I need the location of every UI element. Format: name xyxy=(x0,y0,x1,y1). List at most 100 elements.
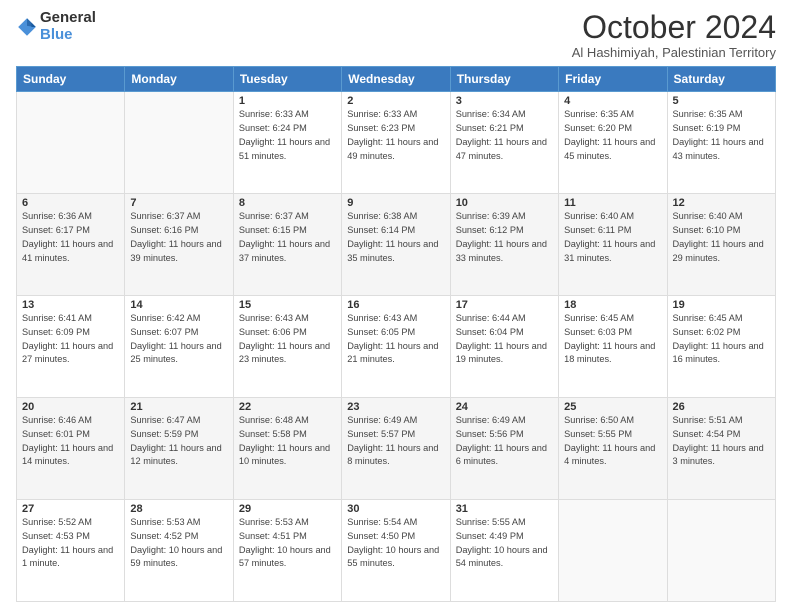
weekday-header-row: Sunday Monday Tuesday Wednesday Thursday… xyxy=(17,67,776,92)
calendar-cell: 25Sunrise: 6:50 AMSunset: 5:55 PMDayligh… xyxy=(559,398,667,500)
calendar-cell: 16Sunrise: 6:43 AMSunset: 6:05 PMDayligh… xyxy=(342,296,450,398)
calendar-cell: 20Sunrise: 6:46 AMSunset: 6:01 PMDayligh… xyxy=(17,398,125,500)
day-number: 6 xyxy=(22,197,119,209)
day-number: 4 xyxy=(564,95,661,107)
day-info: Sunrise: 6:43 AMSunset: 6:06 PMDaylight:… xyxy=(239,312,336,367)
calendar-cell: 18Sunrise: 6:45 AMSunset: 6:03 PMDayligh… xyxy=(559,296,667,398)
day-number: 22 xyxy=(239,401,336,413)
day-info: Sunrise: 6:35 AMSunset: 6:19 PMDaylight:… xyxy=(673,108,770,163)
day-info: Sunrise: 6:37 AMSunset: 6:16 PMDaylight:… xyxy=(130,210,227,265)
day-number: 5 xyxy=(673,95,770,107)
header-tuesday: Tuesday xyxy=(233,67,341,92)
day-number: 16 xyxy=(347,299,444,311)
day-number: 20 xyxy=(22,401,119,413)
calendar-cell: 3Sunrise: 6:34 AMSunset: 6:21 PMDaylight… xyxy=(450,92,558,194)
calendar-week-row: 13Sunrise: 6:41 AMSunset: 6:09 PMDayligh… xyxy=(17,296,776,398)
calendar-cell: 17Sunrise: 6:44 AMSunset: 6:04 PMDayligh… xyxy=(450,296,558,398)
day-number: 10 xyxy=(456,197,553,209)
calendar-cell: 11Sunrise: 6:40 AMSunset: 6:11 PMDayligh… xyxy=(559,194,667,296)
calendar-cell: 23Sunrise: 6:49 AMSunset: 5:57 PMDayligh… xyxy=(342,398,450,500)
calendar-week-row: 27Sunrise: 5:52 AMSunset: 4:53 PMDayligh… xyxy=(17,500,776,602)
day-number: 30 xyxy=(347,503,444,515)
calendar-cell: 26Sunrise: 5:51 AMSunset: 4:54 PMDayligh… xyxy=(667,398,775,500)
day-info: Sunrise: 6:44 AMSunset: 6:04 PMDaylight:… xyxy=(456,312,553,367)
calendar-cell: 7Sunrise: 6:37 AMSunset: 6:16 PMDaylight… xyxy=(125,194,233,296)
day-number: 7 xyxy=(130,197,227,209)
calendar-cell xyxy=(559,500,667,602)
page-header: General Blue October 2024 Al Hashimiyah,… xyxy=(16,10,776,60)
calendar-cell: 9Sunrise: 6:38 AMSunset: 6:14 PMDaylight… xyxy=(342,194,450,296)
header-monday: Monday xyxy=(125,67,233,92)
day-info: Sunrise: 5:51 AMSunset: 4:54 PMDaylight:… xyxy=(673,414,770,469)
day-info: Sunrise: 6:40 AMSunset: 6:10 PMDaylight:… xyxy=(673,210,770,265)
day-info: Sunrise: 6:41 AMSunset: 6:09 PMDaylight:… xyxy=(22,312,119,367)
location-subtitle: Al Hashimiyah, Palestinian Territory xyxy=(572,45,776,60)
day-info: Sunrise: 6:36 AMSunset: 6:17 PMDaylight:… xyxy=(22,210,119,265)
calendar-cell: 21Sunrise: 6:47 AMSunset: 5:59 PMDayligh… xyxy=(125,398,233,500)
day-number: 9 xyxy=(347,197,444,209)
day-info: Sunrise: 6:42 AMSunset: 6:07 PMDaylight:… xyxy=(130,312,227,367)
logo-icon xyxy=(16,16,38,38)
day-info: Sunrise: 5:54 AMSunset: 4:50 PMDaylight:… xyxy=(347,516,444,571)
day-info: Sunrise: 5:53 AMSunset: 4:52 PMDaylight:… xyxy=(130,516,227,571)
day-number: 1 xyxy=(239,95,336,107)
day-number: 19 xyxy=(673,299,770,311)
day-info: Sunrise: 6:49 AMSunset: 5:57 PMDaylight:… xyxy=(347,414,444,469)
day-info: Sunrise: 6:37 AMSunset: 6:15 PMDaylight:… xyxy=(239,210,336,265)
calendar-cell: 4Sunrise: 6:35 AMSunset: 6:20 PMDaylight… xyxy=(559,92,667,194)
calendar-cell: 12Sunrise: 6:40 AMSunset: 6:10 PMDayligh… xyxy=(667,194,775,296)
calendar-cell: 19Sunrise: 6:45 AMSunset: 6:02 PMDayligh… xyxy=(667,296,775,398)
calendar-cell: 2Sunrise: 6:33 AMSunset: 6:23 PMDaylight… xyxy=(342,92,450,194)
day-number: 21 xyxy=(130,401,227,413)
calendar-cell: 8Sunrise: 6:37 AMSunset: 6:15 PMDaylight… xyxy=(233,194,341,296)
calendar-week-row: 6Sunrise: 6:36 AMSunset: 6:17 PMDaylight… xyxy=(17,194,776,296)
day-number: 11 xyxy=(564,197,661,209)
day-number: 8 xyxy=(239,197,336,209)
calendar-cell: 10Sunrise: 6:39 AMSunset: 6:12 PMDayligh… xyxy=(450,194,558,296)
day-number: 15 xyxy=(239,299,336,311)
logo-general-text: General xyxy=(40,10,96,27)
header-friday: Friday xyxy=(559,67,667,92)
day-number: 26 xyxy=(673,401,770,413)
calendar-cell: 5Sunrise: 6:35 AMSunset: 6:19 PMDaylight… xyxy=(667,92,775,194)
day-info: Sunrise: 5:55 AMSunset: 4:49 PMDaylight:… xyxy=(456,516,553,571)
day-info: Sunrise: 6:43 AMSunset: 6:05 PMDaylight:… xyxy=(347,312,444,367)
day-info: Sunrise: 5:52 AMSunset: 4:53 PMDaylight:… xyxy=(22,516,119,571)
day-info: Sunrise: 6:38 AMSunset: 6:14 PMDaylight:… xyxy=(347,210,444,265)
title-block: October 2024 Al Hashimiyah, Palestinian … xyxy=(572,10,776,60)
day-info: Sunrise: 6:46 AMSunset: 6:01 PMDaylight:… xyxy=(22,414,119,469)
calendar-cell: 22Sunrise: 6:48 AMSunset: 5:58 PMDayligh… xyxy=(233,398,341,500)
calendar-page: General Blue October 2024 Al Hashimiyah,… xyxy=(0,0,792,612)
calendar-cell: 6Sunrise: 6:36 AMSunset: 6:17 PMDaylight… xyxy=(17,194,125,296)
day-number: 29 xyxy=(239,503,336,515)
header-sunday: Sunday xyxy=(17,67,125,92)
calendar-cell: 1Sunrise: 6:33 AMSunset: 6:24 PMDaylight… xyxy=(233,92,341,194)
day-info: Sunrise: 6:49 AMSunset: 5:56 PMDaylight:… xyxy=(456,414,553,469)
day-number: 18 xyxy=(564,299,661,311)
day-info: Sunrise: 5:53 AMSunset: 4:51 PMDaylight:… xyxy=(239,516,336,571)
calendar-cell xyxy=(17,92,125,194)
day-info: Sunrise: 6:48 AMSunset: 5:58 PMDaylight:… xyxy=(239,414,336,469)
calendar-cell: 29Sunrise: 5:53 AMSunset: 4:51 PMDayligh… xyxy=(233,500,341,602)
month-title: October 2024 xyxy=(572,10,776,45)
day-info: Sunrise: 6:33 AMSunset: 6:24 PMDaylight:… xyxy=(239,108,336,163)
calendar-week-row: 1Sunrise: 6:33 AMSunset: 6:24 PMDaylight… xyxy=(17,92,776,194)
header-thursday: Thursday xyxy=(450,67,558,92)
logo: General Blue xyxy=(16,10,96,43)
header-wednesday: Wednesday xyxy=(342,67,450,92)
day-info: Sunrise: 6:45 AMSunset: 6:03 PMDaylight:… xyxy=(564,312,661,367)
logo-text: General Blue xyxy=(40,10,96,43)
calendar-cell xyxy=(667,500,775,602)
calendar-cell: 30Sunrise: 5:54 AMSunset: 4:50 PMDayligh… xyxy=(342,500,450,602)
day-number: 25 xyxy=(564,401,661,413)
day-number: 14 xyxy=(130,299,227,311)
day-info: Sunrise: 6:50 AMSunset: 5:55 PMDaylight:… xyxy=(564,414,661,469)
day-number: 13 xyxy=(22,299,119,311)
day-info: Sunrise: 6:45 AMSunset: 6:02 PMDaylight:… xyxy=(673,312,770,367)
day-number: 17 xyxy=(456,299,553,311)
calendar-cell: 24Sunrise: 6:49 AMSunset: 5:56 PMDayligh… xyxy=(450,398,558,500)
calendar-cell xyxy=(125,92,233,194)
day-info: Sunrise: 6:40 AMSunset: 6:11 PMDaylight:… xyxy=(564,210,661,265)
day-number: 27 xyxy=(22,503,119,515)
day-number: 12 xyxy=(673,197,770,209)
